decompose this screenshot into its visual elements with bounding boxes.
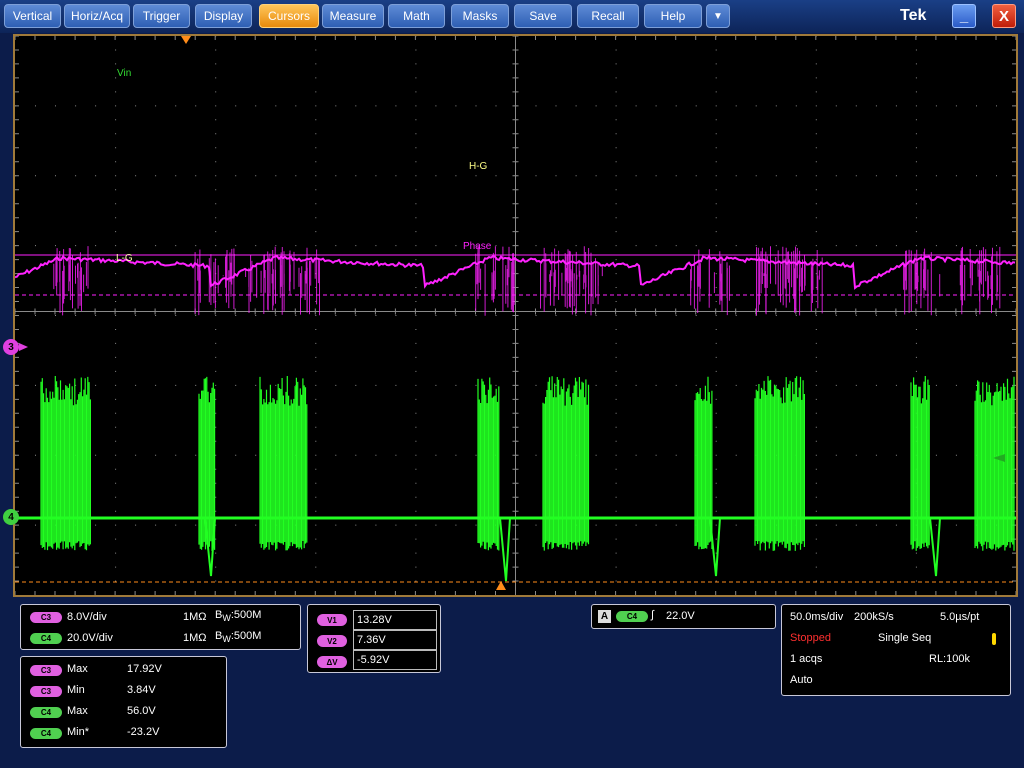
trigger-mode: Auto [790, 674, 813, 686]
time-per-point: 5.0µs/pt [940, 611, 980, 623]
delta-v-value: -5.92V [353, 650, 437, 670]
acquisition-indicator-icon [992, 633, 996, 645]
c3-scale: 8.0V/div [67, 611, 107, 623]
trigger-source-badge: C4 [616, 611, 648, 622]
c3-bandwidth: BW:500M [215, 609, 262, 624]
channel-4-marker[interactable]: 4 [3, 509, 19, 525]
delta-v-badge: ΔV [317, 656, 347, 668]
meas-2-badge: C3 [30, 686, 62, 697]
sample-rate: 200kS/s [854, 611, 894, 623]
meas-1-value: 17.92V [127, 663, 162, 675]
measure-menu-button[interactable]: Measure [322, 4, 384, 28]
meas-1-badge: C3 [30, 665, 62, 676]
cursor-readout-panel[interactable]: V1 13.28V V2 7.36V ΔV -5.92V [307, 604, 441, 673]
vertical-menu-button[interactable]: Vertical [4, 4, 61, 28]
phase-label: Phase [463, 241, 492, 252]
c4-scale: 20.0V/div [67, 632, 113, 644]
channel-settings-panel[interactable]: C3 8.0V/div 1MΩ BW:500M C4 20.0V/div 1MΩ… [20, 604, 301, 650]
waveform-canvas [15, 36, 1016, 595]
meas-4-name: Min* [67, 726, 90, 738]
acquisition-panel[interactable]: 50.0ms/div 200kS/s 5.0µs/pt Stopped Sing… [781, 604, 1011, 696]
meas-2-name: Min [67, 684, 85, 696]
meas-3-badge: C4 [30, 707, 62, 718]
v2-badge: V2 [317, 635, 347, 647]
tek-logo: Tek [900, 7, 927, 24]
masks-menu-button[interactable]: Masks [451, 4, 509, 28]
axis-ticks [15, 36, 1016, 595]
recall-menu-button[interactable]: Recall [577, 4, 639, 28]
meas-4-badge: C4 [30, 728, 62, 739]
acquisition-count: 1 acqs [790, 653, 823, 665]
trigger-panel[interactable]: A C4 ∫ 22.0V [591, 604, 776, 629]
display-menu-button[interactable]: Display [195, 4, 252, 28]
vin-label: Vin [117, 68, 132, 79]
math-menu-button[interactable]: Math [388, 4, 445, 28]
meas-3-name: Max [67, 705, 88, 717]
trigger-level-arrow-icon[interactable] [993, 454, 1005, 462]
c4-impedance: 1MΩ [183, 632, 207, 644]
lg-label: L-G [116, 253, 133, 264]
record-length: RL:100k [929, 653, 970, 665]
channel-3-arrow-icon [19, 343, 28, 351]
trigger-position-marker-icon[interactable] [181, 36, 191, 44]
c3-impedance: 1MΩ [183, 611, 207, 623]
minimize-button[interactable]: _ [952, 4, 976, 28]
trigger-mode-badge: A [598, 610, 611, 623]
channel-3-marker[interactable]: 3 [3, 339, 19, 355]
rising-edge-icon: ∫ [651, 609, 655, 621]
acquisition-state: Stopped [790, 632, 831, 644]
ch3-noise [53, 246, 1001, 316]
ch4-bursts [40, 376, 1015, 551]
meas-2-value: 3.84V [127, 684, 156, 696]
meas-1-name: Max [67, 663, 88, 675]
measurements-panel[interactable]: C3 Max 17.92V C3 Min 3.84V C4 Max 56.0V … [20, 656, 227, 748]
v1-value: 13.28V [353, 610, 437, 630]
cursor-handle-marker-icon[interactable] [496, 581, 506, 590]
c4-badge: C4 [30, 633, 62, 644]
v2-value: 7.36V [353, 630, 437, 650]
v1-badge: V1 [317, 614, 347, 626]
meas-4-value: -23.2V [127, 726, 160, 738]
acquisition-mode: Single Seq [878, 632, 932, 644]
hg-label: H-G [469, 161, 488, 172]
trigger-level: 22.0V [666, 610, 695, 622]
meas-3-value: 56.0V [127, 705, 156, 717]
c4-bandwidth: BW:500M [215, 630, 262, 645]
horiz-acq-menu-button[interactable]: Horiz/Acq [64, 4, 130, 28]
help-menu-button[interactable]: Help [644, 4, 702, 28]
cursors-menu-button[interactable]: Cursors [259, 4, 319, 28]
waveform-display[interactable]: Vin H-G L-G Phase [13, 34, 1018, 597]
timebase: 50.0ms/div [790, 611, 844, 623]
trigger-menu-button[interactable]: Trigger [133, 4, 190, 28]
menu-bar: Vertical Horiz/Acq Trigger Display Curso… [0, 0, 1024, 33]
more-menu-dropdown-icon[interactable]: ▼ [706, 4, 730, 28]
save-menu-button[interactable]: Save [514, 4, 572, 28]
close-button[interactable]: X [992, 4, 1016, 28]
c3-badge: C3 [30, 612, 62, 623]
